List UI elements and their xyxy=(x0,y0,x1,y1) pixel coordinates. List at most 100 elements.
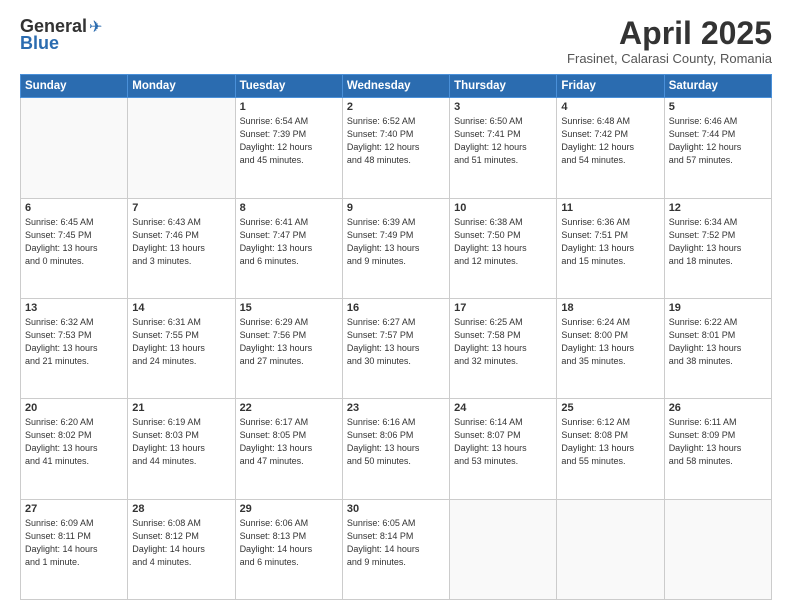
day-info: Sunrise: 6:32 AMSunset: 7:53 PMDaylight:… xyxy=(25,316,123,368)
day-number: 26 xyxy=(669,402,767,414)
col-monday: Monday xyxy=(128,75,235,98)
day-info: Sunrise: 6:45 AMSunset: 7:45 PMDaylight:… xyxy=(25,216,123,268)
calendar-cell: 18 Sunrise: 6:24 AMSunset: 8:00 PMDayligh… xyxy=(557,298,664,398)
day-info: Sunrise: 6:50 AMSunset: 7:41 PMDaylight:… xyxy=(454,115,552,167)
day-info: Sunrise: 6:36 AMSunset: 7:51 PMDaylight:… xyxy=(561,216,659,268)
calendar-header-row: Sunday Monday Tuesday Wednesday Thursday… xyxy=(21,75,772,98)
day-number: 15 xyxy=(240,302,338,314)
calendar-cell: 30Sunrise: 6:05 AMSunset: 8:14 PMDayligh… xyxy=(342,499,449,599)
calendar-cell: 12 Sunrise: 6:34 AMSunset: 7:52 PMDayligh… xyxy=(664,198,771,298)
day-info: Sunrise: 6:25 AMSunset: 7:58 PMDaylight:… xyxy=(454,316,552,368)
day-number: 8 xyxy=(240,202,338,214)
day-number: 13 xyxy=(25,302,123,314)
day-number: 28 xyxy=(132,503,230,515)
day-number: 10 xyxy=(454,202,552,214)
calendar-cell: 16Sunrise: 6:27 AMSunset: 7:57 PMDayligh… xyxy=(342,298,449,398)
day-info: Sunrise: 6:39 AMSunset: 7:49 PMDaylight:… xyxy=(347,216,445,268)
calendar-cell xyxy=(128,98,235,198)
month-title: April 2025 xyxy=(567,16,772,51)
day-number: 6 xyxy=(25,202,123,214)
col-sunday: Sunday xyxy=(21,75,128,98)
day-number: 21 xyxy=(132,402,230,414)
calendar-cell: 5 Sunrise: 6:46 AMSunset: 7:44 PMDaylight… xyxy=(664,98,771,198)
calendar-cell: 2Sunrise: 6:52 AMSunset: 7:40 PMDaylight… xyxy=(342,98,449,198)
calendar-table: Sunday Monday Tuesday Wednesday Thursday… xyxy=(20,74,772,600)
day-info: Sunrise: 6:20 AMSunset: 8:02 PMDaylight:… xyxy=(25,416,123,468)
col-tuesday: Tuesday xyxy=(235,75,342,98)
day-number: 20 xyxy=(25,402,123,414)
day-number: 11 xyxy=(561,202,659,214)
calendar-cell: 20 Sunrise: 6:20 AMSunset: 8:02 PMDayligh… xyxy=(21,399,128,499)
day-info: Sunrise: 6:09 AMSunset: 8:11 PMDaylight:… xyxy=(25,517,123,569)
day-number: 16 xyxy=(347,302,445,314)
header: General ✈ Blue April 2025 Frasinet, Cala… xyxy=(20,16,772,66)
calendar-cell xyxy=(450,499,557,599)
calendar-week-row: 27 Sunrise: 6:09 AMSunset: 8:11 PMDayligh… xyxy=(21,499,772,599)
day-number: 24 xyxy=(454,402,552,414)
day-info: Sunrise: 6:41 AMSunset: 7:47 PMDaylight:… xyxy=(240,216,338,268)
logo-bird-icon: ✈ xyxy=(89,17,102,37)
calendar-cell: 3 Sunrise: 6:50 AMSunset: 7:41 PMDaylight… xyxy=(450,98,557,198)
calendar-cell: 27 Sunrise: 6:09 AMSunset: 8:11 PMDayligh… xyxy=(21,499,128,599)
calendar-cell: 23 Sunrise: 6:16 AMSunset: 8:06 PMDayligh… xyxy=(342,399,449,499)
calendar-cell: 8 Sunrise: 6:41 AMSunset: 7:47 PMDaylight… xyxy=(235,198,342,298)
day-number: 29 xyxy=(240,503,338,515)
title-area: April 2025 Frasinet, Calarasi County, Ro… xyxy=(567,16,772,66)
calendar-cell: 15 Sunrise: 6:29 AMSunset: 7:56 PMDayligh… xyxy=(235,298,342,398)
calendar-cell: 14 Sunrise: 6:31 AMSunset: 7:55 PMDayligh… xyxy=(128,298,235,398)
day-number: 18 xyxy=(561,302,659,314)
day-info: Sunrise: 6:29 AMSunset: 7:56 PMDaylight:… xyxy=(240,316,338,368)
day-info: Sunrise: 6:22 AMSunset: 8:01 PMDaylight:… xyxy=(669,316,767,368)
calendar-cell xyxy=(21,98,128,198)
day-number: 12 xyxy=(669,202,767,214)
day-number: 17 xyxy=(454,302,552,314)
day-info: Sunrise: 6:14 AMSunset: 8:07 PMDaylight:… xyxy=(454,416,552,468)
day-number: 23 xyxy=(347,402,445,414)
day-info: Sunrise: 6:34 AMSunset: 7:52 PMDaylight:… xyxy=(669,216,767,268)
day-number: 5 xyxy=(669,101,767,113)
day-number: 9 xyxy=(347,202,445,214)
day-info: Sunrise: 6:31 AMSunset: 7:55 PMDaylight:… xyxy=(132,316,230,368)
page: General ✈ Blue April 2025 Frasinet, Cala… xyxy=(0,0,792,612)
calendar-cell: 26 Sunrise: 6:11 AMSunset: 8:09 PMDayligh… xyxy=(664,399,771,499)
day-info: Sunrise: 6:24 AMSunset: 8:00 PMDaylight:… xyxy=(561,316,659,368)
logo-blue: Blue xyxy=(20,33,59,54)
calendar-cell: 22Sunrise: 6:17 AMSunset: 8:05 PMDayligh… xyxy=(235,399,342,499)
day-info: Sunrise: 6:06 AMSunset: 8:13 PMDaylight:… xyxy=(240,517,338,569)
calendar-cell: 6 Sunrise: 6:45 AMSunset: 7:45 PMDaylight… xyxy=(21,198,128,298)
day-info: Sunrise: 6:43 AMSunset: 7:46 PMDaylight:… xyxy=(132,216,230,268)
calendar-cell: 13 Sunrise: 6:32 AMSunset: 7:53 PMDayligh… xyxy=(21,298,128,398)
subtitle: Frasinet, Calarasi County, Romania xyxy=(567,51,772,66)
day-info: Sunrise: 6:16 AMSunset: 8:06 PMDaylight:… xyxy=(347,416,445,468)
calendar-cell: 17 Sunrise: 6:25 AMSunset: 7:58 PMDayligh… xyxy=(450,298,557,398)
calendar-cell: 10 Sunrise: 6:38 AMSunset: 7:50 PMDayligh… xyxy=(450,198,557,298)
day-info: Sunrise: 6:54 AMSunset: 7:39 PMDaylight:… xyxy=(240,115,338,167)
day-info: Sunrise: 6:08 AMSunset: 8:12 PMDaylight:… xyxy=(132,517,230,569)
calendar-week-row: 13 Sunrise: 6:32 AMSunset: 7:53 PMDayligh… xyxy=(21,298,772,398)
day-number: 2 xyxy=(347,101,445,113)
col-saturday: Saturday xyxy=(664,75,771,98)
day-number: 3 xyxy=(454,101,552,113)
day-info: Sunrise: 6:11 AMSunset: 8:09 PMDaylight:… xyxy=(669,416,767,468)
day-number: 4 xyxy=(561,101,659,113)
day-number: 14 xyxy=(132,302,230,314)
calendar-cell: 4 Sunrise: 6:48 AMSunset: 7:42 PMDaylight… xyxy=(557,98,664,198)
day-info: Sunrise: 6:38 AMSunset: 7:50 PMDaylight:… xyxy=(454,216,552,268)
calendar-cell: 7 Sunrise: 6:43 AMSunset: 7:46 PMDaylight… xyxy=(128,198,235,298)
day-number: 7 xyxy=(132,202,230,214)
calendar-cell: 11 Sunrise: 6:36 AMSunset: 7:51 PMDayligh… xyxy=(557,198,664,298)
calendar-cell: 21Sunrise: 6:19 AMSunset: 8:03 PMDayligh… xyxy=(128,399,235,499)
col-wednesday: Wednesday xyxy=(342,75,449,98)
calendar-cell: 24 Sunrise: 6:14 AMSunset: 8:07 PMDayligh… xyxy=(450,399,557,499)
day-number: 22 xyxy=(240,402,338,414)
day-info: Sunrise: 6:46 AMSunset: 7:44 PMDaylight:… xyxy=(669,115,767,167)
day-number: 19 xyxy=(669,302,767,314)
day-number: 27 xyxy=(25,503,123,515)
day-info: Sunrise: 6:05 AMSunset: 8:14 PMDaylight:… xyxy=(347,517,445,569)
calendar-week-row: 20 Sunrise: 6:20 AMSunset: 8:02 PMDayligh… xyxy=(21,399,772,499)
day-info: Sunrise: 6:48 AMSunset: 7:42 PMDaylight:… xyxy=(561,115,659,167)
calendar-cell xyxy=(557,499,664,599)
calendar-cell: 19 Sunrise: 6:22 AMSunset: 8:01 PMDayligh… xyxy=(664,298,771,398)
logo: General ✈ Blue xyxy=(20,16,102,54)
col-thursday: Thursday xyxy=(450,75,557,98)
